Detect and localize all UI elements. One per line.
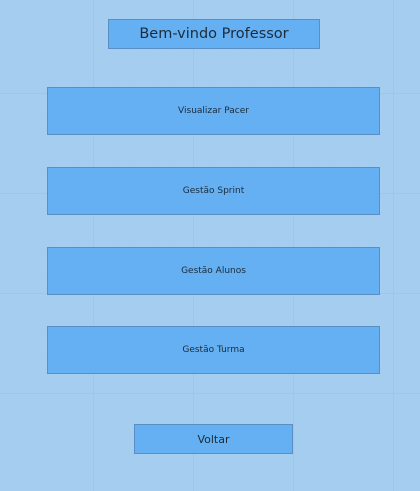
visualizar-pacer-label: Visualizar Pacer <box>178 106 249 116</box>
gestao-turma-label: Gestão Turma <box>182 345 245 355</box>
voltar-button[interactable]: Voltar <box>134 424 293 454</box>
gestao-alunos-button[interactable]: Gestão Alunos <box>47 247 380 295</box>
gestao-sprint-button[interactable]: Gestão Sprint <box>47 167 380 215</box>
gestao-turma-button[interactable]: Gestão Turma <box>47 326 380 374</box>
gestao-alunos-label: Gestão Alunos <box>181 266 246 276</box>
visualizar-pacer-button[interactable]: Visualizar Pacer <box>47 87 380 135</box>
page-title-text: Bem-vindo Professor <box>139 26 289 42</box>
gestao-sprint-label: Gestão Sprint <box>182 186 245 196</box>
page-title: Bem-vindo Professor <box>108 19 320 49</box>
voltar-label: Voltar <box>197 432 230 446</box>
